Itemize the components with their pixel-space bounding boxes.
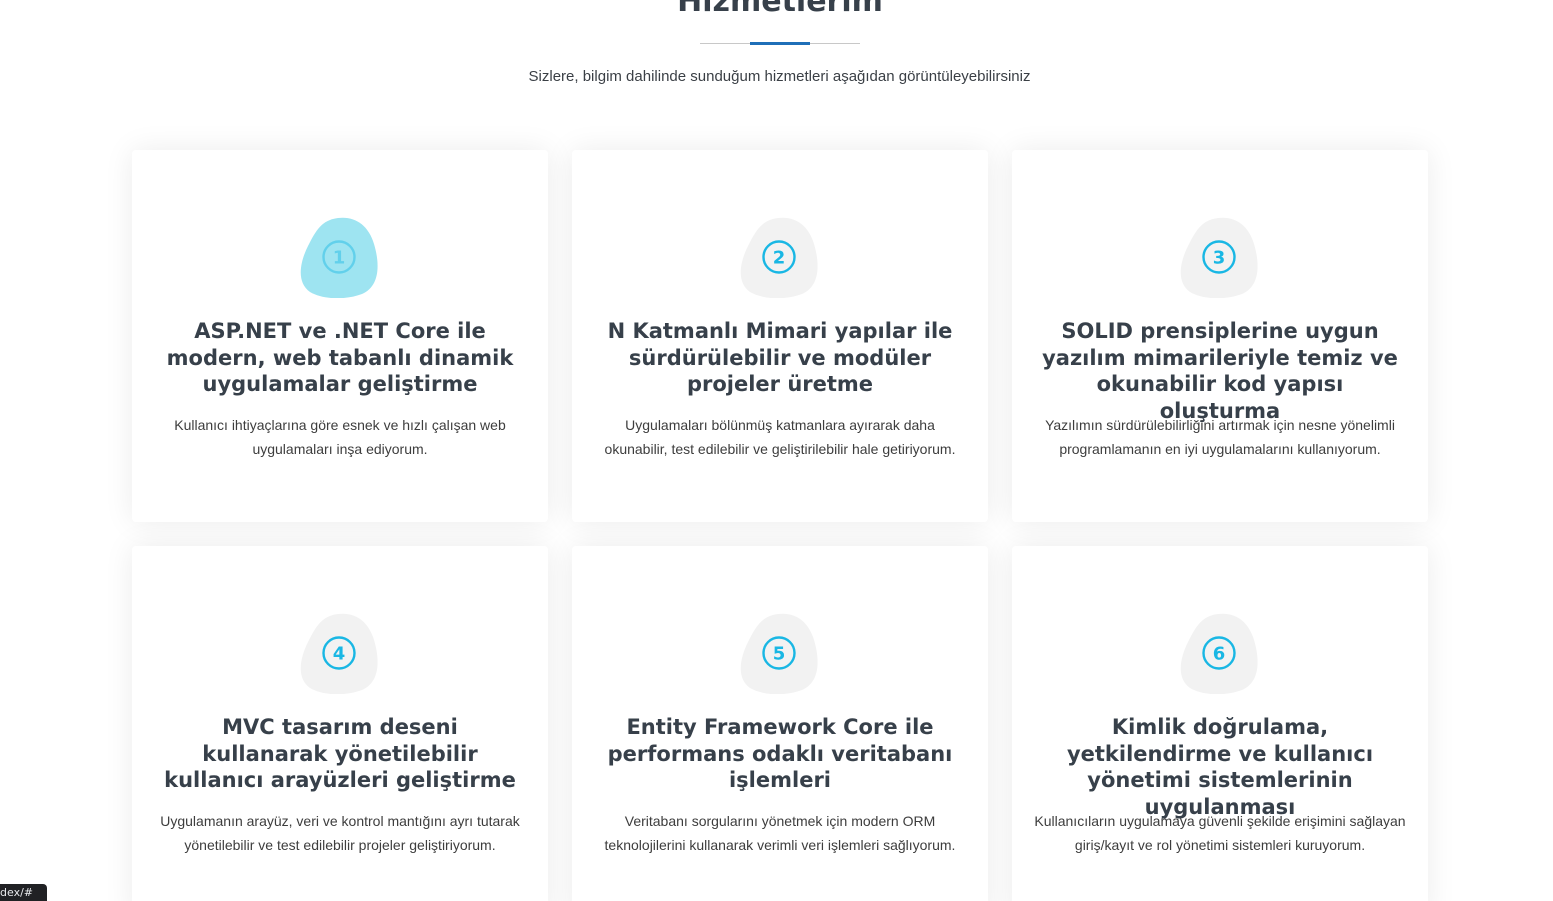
title-divider-accent <box>750 42 810 45</box>
service-description: Uygulamaları bölünmüş katmanlara ayırara… <box>604 417 956 457</box>
browser-status-bar: index/# <box>0 884 48 901</box>
service-number: 2 <box>773 248 786 269</box>
section-subtitle: Sizlere, bilgim dahilinde sunduğum hizme… <box>528 68 1031 85</box>
service-description: Veritabanı sorgularını yönetmek için mod… <box>604 813 956 853</box>
section-title: Hizmetlerim <box>677 0 883 19</box>
service-title: N Katmanlı Mimari yapılar ile sürdürüleb… <box>607 319 953 396</box>
services-page: Hizmetlerim Sizlere, bilgim dahilinde su… <box>0 0 1553 901</box>
service-title: ASP.NET ve .NET Core ile modern, web tab… <box>166 319 514 396</box>
service-description: Yazılımın sürdürülebilirliğini artırmak … <box>1045 417 1395 457</box>
status-url: index/# <box>0 886 34 899</box>
circled-number-4-icon: 4 <box>322 636 356 670</box>
service-title: Entity Framework Core ile performans oda… <box>607 715 953 792</box>
service-title: MVC tasarım deseni kullanarak yönetilebi… <box>164 715 516 792</box>
service-card-4[interactable]: 4 MVC tasarım deseni kullanarak yönetile… <box>132 546 548 901</box>
service-title: SOLID prensiplerine uygun yazılım mimari… <box>1042 319 1398 423</box>
service-icon-3: 3 <box>1178 216 1260 298</box>
service-card-2[interactable]: 2 N Katmanlı Mimari yapılar ile sürdürül… <box>572 150 988 522</box>
service-icon-5: 5 <box>738 612 820 694</box>
service-icon-6: 6 <box>1178 612 1260 694</box>
circled-number-5-icon: 5 <box>762 636 796 670</box>
circled-number-6-icon: 6 <box>1202 636 1236 670</box>
service-description: Kullanıcıların uygulamaya güvenli şekild… <box>1034 813 1406 853</box>
service-icon-1: 1 <box>298 216 380 298</box>
service-title: Kimlik doğrulama, yetkilendirme ve kulla… <box>1066 715 1374 819</box>
service-card-1[interactable]: 1 ASP.NET ve .NET Core ile modern, web t… <box>132 150 548 522</box>
circled-number-2-icon: 2 <box>762 240 796 274</box>
circled-number-1-icon: 1 <box>322 240 356 274</box>
circled-number-3-icon: 3 <box>1202 240 1236 274</box>
service-number: 3 <box>1213 248 1226 269</box>
service-description: Kullanıcı ihtiyaçlarına göre esnek ve hı… <box>174 417 506 457</box>
service-card-6[interactable]: 6 Kimlik doğrulama, yetkilendirme ve kul… <box>1012 546 1428 901</box>
service-number: 5 <box>773 644 786 665</box>
service-card-5[interactable]: 5 Entity Framework Core ile performans o… <box>572 546 988 901</box>
service-number: 1 <box>333 248 346 269</box>
service-card-3[interactable]: 3 SOLID prensiplerine uygun yazılım mima… <box>1012 150 1428 522</box>
service-number: 6 <box>1213 644 1226 665</box>
service-description: Uygulamanın arayüz, veri ve kontrol mant… <box>160 813 520 853</box>
service-number: 4 <box>333 644 346 665</box>
service-icon-2: 2 <box>738 216 820 298</box>
service-icon-4: 4 <box>298 612 380 694</box>
